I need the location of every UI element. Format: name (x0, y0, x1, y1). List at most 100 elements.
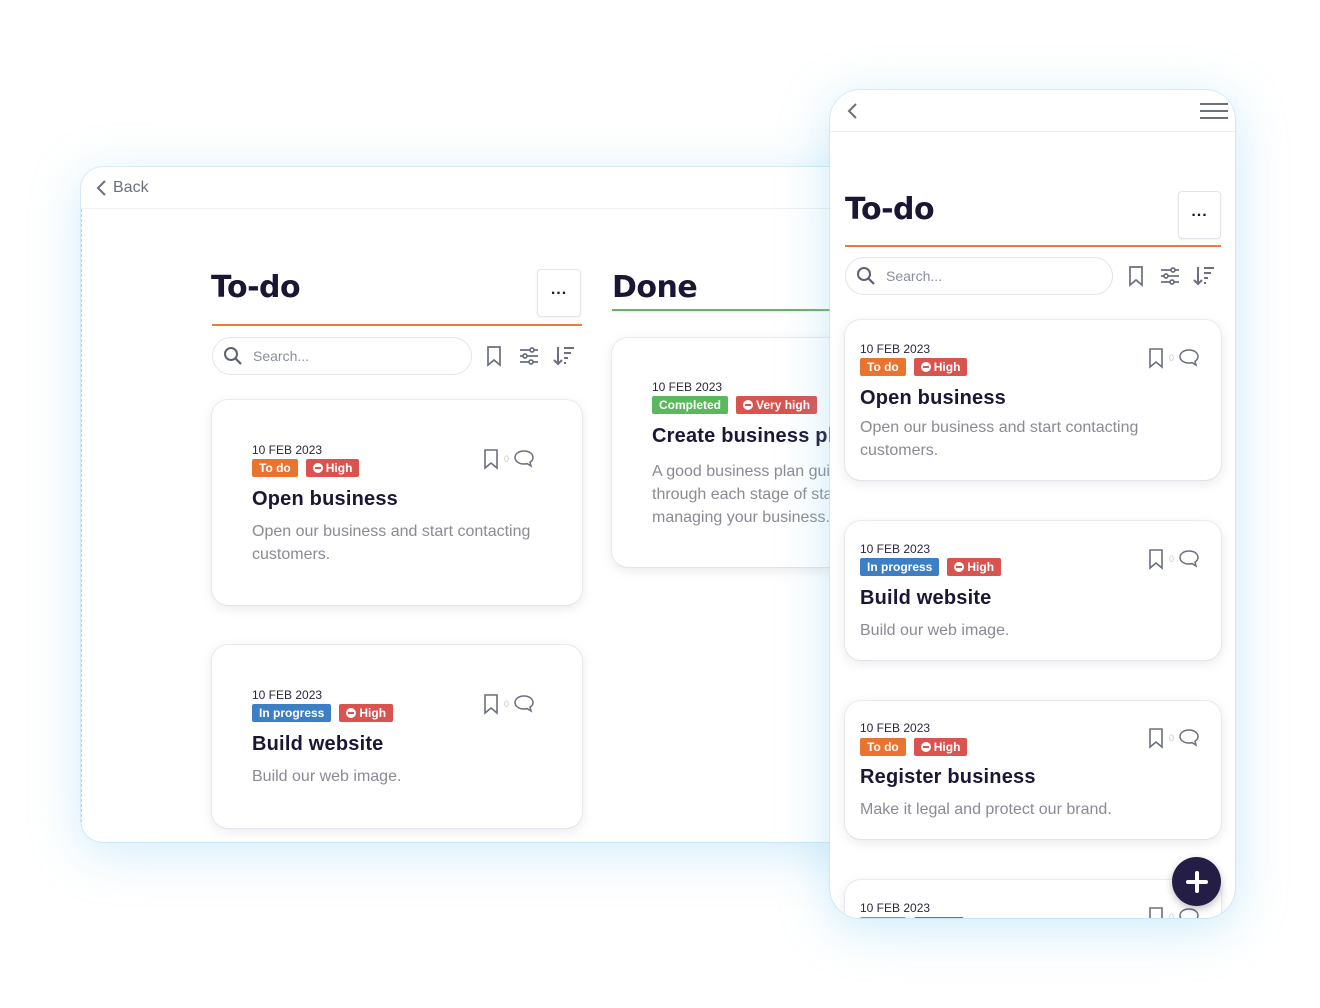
column-underline (612, 309, 861, 311)
card-badges: To do High (860, 738, 968, 756)
comment-icon[interactable] (513, 694, 535, 714)
card-date: 10 FEB 2023 (652, 380, 723, 394)
priority-badge: High (305, 459, 360, 477)
add-task-button[interactable] (1172, 857, 1221, 906)
comment-count: 0 (1169, 733, 1175, 743)
comment-icon[interactable] (1178, 728, 1200, 748)
priority-badge: Very high (736, 396, 818, 414)
card-title: Build website (252, 733, 384, 755)
column-underline (212, 324, 582, 326)
priority-icon (743, 400, 754, 410)
card-badges (860, 917, 964, 918)
more-button[interactable]: ... (537, 269, 581, 317)
back-button[interactable]: Back (95, 179, 149, 197)
sort-icon[interactable] (553, 345, 575, 367)
column-title: To-do (211, 270, 301, 305)
comment-icon[interactable] (1178, 348, 1200, 368)
priority-badge: High (339, 704, 394, 722)
bookmark-icon[interactable] (482, 448, 500, 470)
card-description: Build our web image. (860, 622, 1010, 639)
search-box (212, 337, 472, 375)
card-badges: In progress High (252, 704, 394, 722)
card-title: Register business (860, 766, 1036, 788)
status-badge: In progress (252, 704, 332, 722)
chevron-left-icon (96, 179, 106, 196)
sort-icon[interactable] (1193, 265, 1215, 287)
card-description: Make it legal and protect our brand. (860, 801, 1112, 818)
priority-icon (312, 463, 323, 473)
mobile-topbar (830, 90, 1235, 132)
dashed-edge (81, 209, 82, 842)
plus-icon (1185, 870, 1208, 893)
card-actions: 0 (1147, 548, 1200, 570)
bookmark-icon[interactable] (1147, 727, 1165, 749)
search-icon (224, 347, 242, 365)
hamburger-menu-icon[interactable] (1200, 102, 1228, 120)
card-badges: To do High (252, 459, 360, 477)
column-title: Done (612, 270, 698, 305)
mobile-panel: To-do ... 10 FEB 2023 To do High 0 Open … (830, 90, 1235, 918)
card-date: 10 FEB 2023 (252, 688, 323, 702)
search-box (845, 257, 1113, 295)
search-input[interactable] (886, 268, 1066, 284)
task-card[interactable]: 10 FEB 2023 0 (845, 880, 1221, 918)
card-description: Open our business and start contacting c… (252, 523, 531, 563)
card-description: Open our business and start contacting c… (860, 419, 1139, 459)
bookmark-icon[interactable] (482, 693, 500, 715)
card-actions: 0 (1147, 727, 1200, 749)
card-actions: 0 (1147, 906, 1200, 918)
desktop-window: Back To-do ... 10 FEB 2023 To do High 0 (81, 167, 861, 842)
status-badge: Completed (652, 396, 729, 414)
priority-badge: High (913, 738, 968, 756)
priority-badge (914, 917, 964, 918)
card-date: 10 FEB 2023 (252, 443, 323, 457)
card-title: Create business plan (652, 425, 858, 447)
search-icon (857, 267, 875, 285)
comment-count: 0 (1169, 353, 1175, 363)
comment-count: 0 (1169, 912, 1175, 918)
comment-count: 0 (504, 454, 510, 464)
card-title: Open business (860, 387, 1006, 409)
priority-badge: High (913, 358, 968, 376)
status-badge: To do (252, 459, 298, 477)
card-description: Build our web image. (252, 768, 402, 785)
sliders-icon[interactable] (1159, 265, 1181, 287)
comment-count: 0 (504, 699, 510, 709)
task-card[interactable]: 10 FEB 2023 To do High 0 Register busine… (845, 701, 1221, 839)
task-card[interactable]: 10 FEB 2023 Completed Very high Create b… (612, 338, 861, 567)
bookmark-icon[interactable] (1147, 548, 1165, 570)
task-card[interactable]: 10 FEB 2023 To do High 0 Open business O… (845, 320, 1221, 480)
status-badge: To do (860, 358, 906, 376)
task-card[interactable]: 10 FEB 2023 In progress High 0 Build web… (212, 645, 582, 828)
comment-count: 0 (1169, 554, 1175, 564)
card-date: 10 FEB 2023 (860, 721, 931, 735)
bookmark-icon[interactable] (1125, 265, 1147, 287)
more-button[interactable]: ... (1178, 191, 1221, 239)
bookmark-icon[interactable] (483, 345, 505, 367)
task-card[interactable]: 10 FEB 2023 To do High 0 Open business O… (212, 400, 582, 605)
bookmark-icon[interactable] (1147, 347, 1165, 369)
priority-badge: High (947, 558, 1002, 576)
card-actions: 0 (482, 448, 535, 470)
status-badge (860, 917, 906, 918)
card-actions: 0 (1147, 347, 1200, 369)
card-badges: In progress High (860, 558, 1002, 576)
priority-icon (920, 742, 931, 752)
desktop-topbar: Back (81, 167, 861, 209)
card-date: 10 FEB 2023 (860, 542, 931, 556)
priority-icon (920, 362, 931, 372)
bookmark-icon[interactable] (1147, 906, 1165, 918)
search-input[interactable] (253, 348, 433, 364)
card-actions: 0 (482, 693, 535, 715)
comment-icon[interactable] (1178, 907, 1200, 918)
chevron-left-icon[interactable] (846, 102, 860, 120)
task-card[interactable]: 10 FEB 2023 In progress High 0 Build web… (845, 521, 1221, 660)
back-label: Back (113, 178, 149, 196)
mobile-title: To-do (845, 192, 935, 227)
comment-icon[interactable] (513, 449, 535, 469)
card-date: 10 FEB 2023 (860, 342, 931, 356)
card-title: Build website (860, 587, 992, 609)
card-title: Open business (252, 488, 398, 510)
comment-icon[interactable] (1178, 549, 1200, 569)
sliders-icon[interactable] (518, 345, 540, 367)
